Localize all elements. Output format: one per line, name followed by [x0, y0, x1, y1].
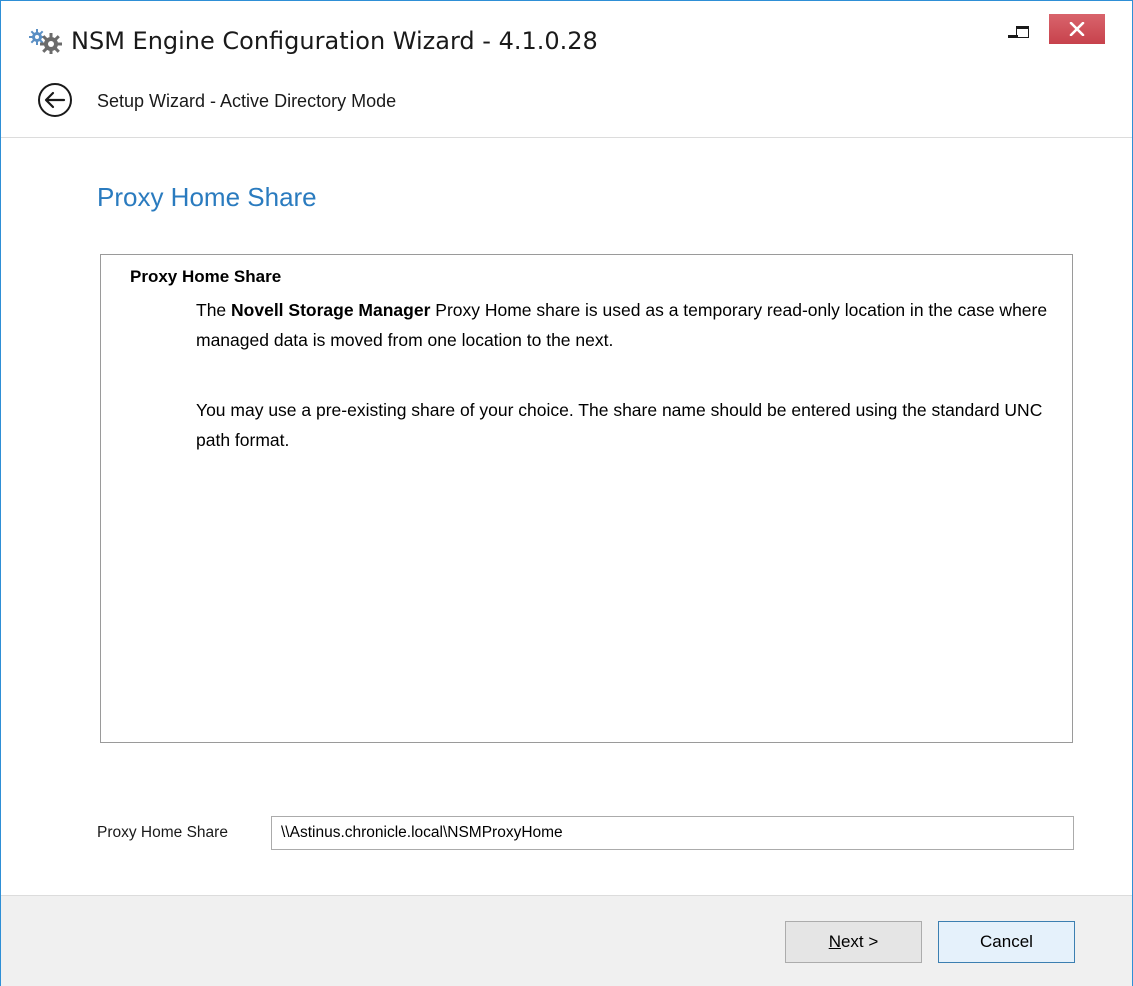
product-name: Novell Storage Manager [231, 300, 431, 320]
info-paragraph-2: You may use a pre-existing share of your… [196, 400, 1043, 450]
gears-icon [27, 28, 63, 55]
back-button[interactable] [37, 82, 73, 118]
proxy-home-share-label: Proxy Home Share [97, 824, 228, 841]
wizard-window: NSM Engine Configuration Wizard - 4.1.0.… [0, 0, 1133, 986]
info-panel: Proxy Home Share The Novell Storage Mana… [100, 254, 1073, 743]
info-heading: Proxy Home Share [130, 267, 282, 286]
wizard-footer: Next > Cancel [1, 895, 1132, 986]
next-mnemonic: N [828, 932, 841, 951]
maximize-button[interactable] [1001, 16, 1041, 44]
close-button[interactable] [1049, 14, 1105, 44]
para1-prefix: The [196, 300, 232, 320]
info-paragraph-1: The Novell Storage Manager Proxy Home sh… [196, 295, 1056, 355]
wizard-mode-title: Setup Wizard - Active Directory Mode [97, 91, 397, 111]
content-area: Proxy Home Share Proxy Home Share The No… [1, 138, 1132, 743]
window-title: NSM Engine Configuration Wizard - 4.1.0.… [71, 27, 598, 55]
title-bar: NSM Engine Configuration Wizard - 4.1.0.… [1, 1, 1132, 63]
next-button[interactable]: Next > [785, 921, 922, 963]
cancel-button[interactable]: Cancel [938, 921, 1075, 963]
maximize-icon [1016, 26, 1029, 38]
back-arrow-icon [38, 83, 72, 117]
next-label: ext > [840, 932, 879, 951]
proxy-home-share-input[interactable] [271, 816, 1074, 850]
page-title: Proxy Home Share [97, 182, 317, 212]
wizard-header: Setup Wizard - Active Directory Mode [1, 63, 1132, 138]
close-icon [1069, 22, 1085, 36]
